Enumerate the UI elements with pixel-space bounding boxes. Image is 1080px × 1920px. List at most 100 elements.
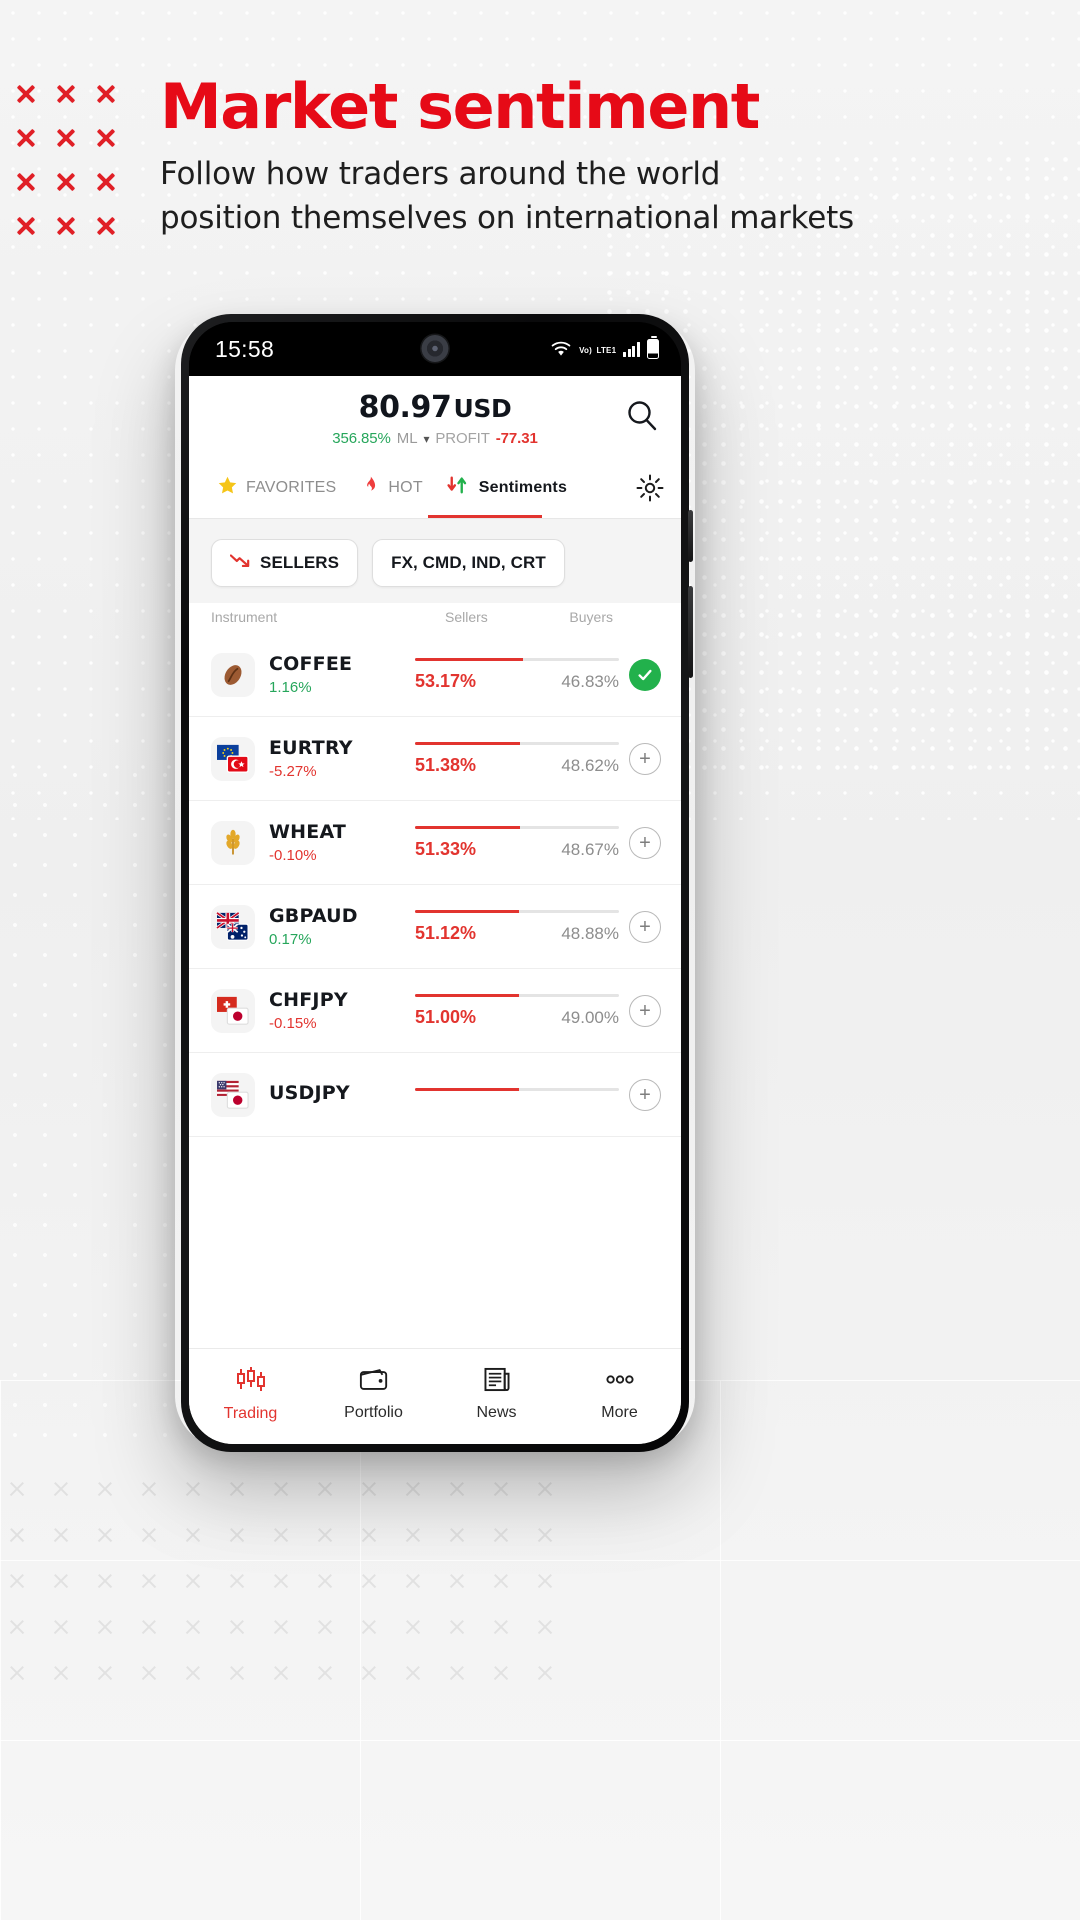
x-mark-icon [52,1526,70,1544]
filter-chip-categories[interactable]: FX, CMD, IND, CRT [372,539,565,587]
x-mark-icon [140,1618,158,1636]
x-grid-bottom [0,1470,1080,1900]
x-mark-icon [536,1526,554,1544]
row-action[interactable]: + [619,994,661,1027]
x-mark-icon [14,170,38,194]
filter-chip-sellers[interactable]: SELLERS [211,539,359,587]
gear-icon[interactable] [635,473,665,503]
instrument-info: USDJPY [269,1082,415,1108]
sentiment-bar-group: 51.12% 48.88% [415,909,619,944]
search-icon[interactable] [625,398,659,432]
x-mark-icon [140,1572,158,1590]
x-mark-icon [536,1480,554,1498]
instrument-info: COFFEE 1.16% [269,653,415,696]
column-header-sellers: Sellers [445,609,488,625]
nav-portfolio[interactable]: Portfolio [312,1367,435,1422]
row-action[interactable] [619,658,661,691]
x-mark-icon [272,1526,290,1544]
nav-trading[interactable]: Trading [189,1366,312,1423]
x-mark-icon [52,1618,70,1636]
check-icon[interactable] [629,658,661,691]
plus-icon[interactable]: + [629,826,661,859]
account-balance: 80.97USD [189,390,681,425]
buyers-percent: 48.88% [561,923,619,943]
nav-more[interactable]: More [558,1367,681,1422]
buyers-percent: 49.00% [561,1007,619,1027]
instrument-symbol: CHFJPY [269,989,348,1011]
table-row[interactable]: CHFJPY -0.15% 51.00% 49.00% + [189,969,681,1053]
table-row[interactable]: EURTRY -5.27% 51.38% 48.62% + [189,717,681,801]
gbp-aud-flag-icon [211,904,255,949]
x-mark-icon [54,214,78,238]
row-action[interactable]: + [619,742,661,775]
tab-hot[interactable]: HOT [348,457,434,518]
x-mark-icon [228,1618,246,1636]
margin-level-value: 356.85% [332,430,391,447]
x-mark-icon [14,214,38,238]
x-mark-icon [492,1664,510,1682]
x-mark-icon [360,1526,378,1544]
filter-chip-categories-label: FX, CMD, IND, CRT [391,553,546,572]
table-row[interactable]: COFFEE 1.16% 53.17% 46.83% [189,633,681,717]
x-mark-icon [228,1526,246,1544]
x-mark-icon [140,1526,158,1544]
plus-icon[interactable]: + [629,910,661,943]
profit-value: -77.31 [495,430,538,447]
table-row[interactable]: GBPAUD 0.17% 51.12% 48.88% + [189,885,681,969]
plus-icon[interactable]: + [629,994,661,1027]
instrument-symbol: COFFEE [269,653,353,675]
sentiment-bar-group: 51.38% 48.62% [415,741,619,776]
account-header: 80.97USD 356.85% ML ▾ PROFIT -77.31 [189,376,681,457]
account-metrics[interactable]: 356.85% ML ▾ PROFIT -77.31 [189,430,681,447]
x-mark-icon [8,1664,26,1682]
row-action[interactable]: + [619,826,661,859]
x-mark-icon [96,1572,114,1590]
balance-currency: USD [453,394,512,423]
instrument-change: -0.10% [269,847,317,864]
x-mark-icon [8,1618,26,1636]
x-mark-icon [272,1480,290,1498]
nav-more-label: More [601,1404,638,1421]
plus-icon[interactable]: + [629,742,661,775]
x-mark-icon [52,1480,70,1498]
profit-label: PROFIT [435,430,490,447]
x-mark-icon [316,1618,334,1636]
x-mark-icon [492,1618,510,1636]
instrument-change: 0.17% [269,931,312,948]
candlestick-icon [236,1366,266,1398]
table-row[interactable]: WHEAT -0.10% 51.33% 48.67% + [189,801,681,885]
x-mark-icon [316,1480,334,1498]
volte-bottom-label: LTE1 [596,346,617,355]
instrument-info: EURTRY -5.27% [269,737,415,780]
bottom-navigation: Trading Portfolio News More [189,1348,681,1444]
chevron-down-icon[interactable]: ▾ [423,432,429,446]
x-mark-icon [448,1572,466,1590]
sentiment-bar-group: 51.33% 48.67% [415,825,619,860]
wallet-icon [359,1367,389,1397]
more-dots-icon [604,1367,636,1397]
table-row[interactable]: USDJPY + [189,1053,681,1137]
sentiment-arrows-icon [447,475,471,500]
buyers-percent: 46.83% [561,671,619,691]
nav-news[interactable]: News [435,1367,558,1422]
row-action[interactable]: + [619,910,661,943]
x-mark-icon [8,1480,26,1498]
row-action[interactable]: + [619,1078,661,1111]
tab-favorites[interactable]: FAVORITES [205,457,348,518]
status-bar: 15:58 Vo) LTE1 [189,322,681,376]
x-mark-icon [52,1572,70,1590]
instrument-info: WHEAT -0.10% [269,821,415,864]
tab-sentiments[interactable]: Sentiments [435,457,579,518]
battery-icon [647,336,659,359]
x-mark-icon [52,1664,70,1682]
sentiment-bar [415,909,619,913]
instrument-change: -0.15% [269,1015,317,1032]
status-icons: Vo) LTE1 [550,336,659,359]
sentiment-bar [415,1088,619,1091]
plus-icon[interactable]: + [629,1078,661,1111]
usd-jpy-flag-icon [211,1072,255,1117]
x-mark-icon [448,1526,466,1544]
sentiment-bar-group: 51.00% 49.00% [415,993,619,1028]
eur-try-flag-icon [211,736,255,781]
x-mark-icon [140,1664,158,1682]
